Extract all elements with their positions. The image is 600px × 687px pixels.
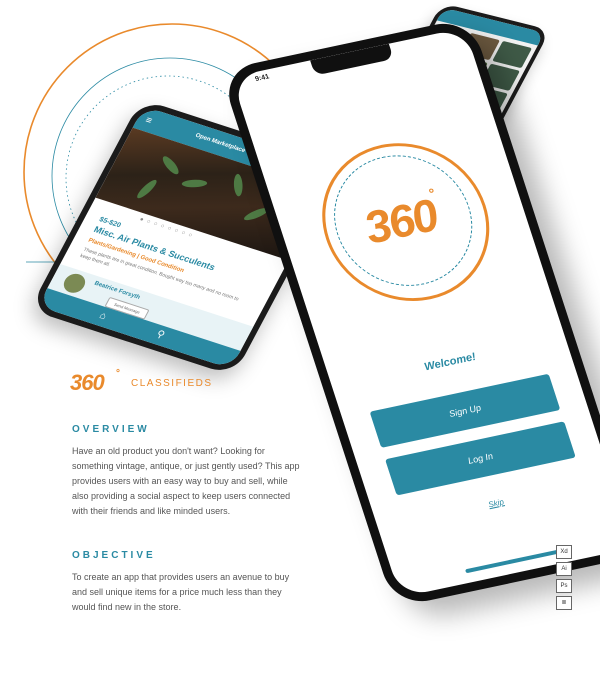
hamburger-icon[interactable]: ≡ <box>143 115 154 127</box>
status-time: 9:41 <box>254 73 271 84</box>
brand-degree: ° <box>116 368 120 379</box>
objective-heading: OBJECTIVE <box>72 550 156 561</box>
objective-body: To create an app that provides users an … <box>72 572 290 612</box>
brand-number: 360 <box>70 370 105 395</box>
home-icon[interactable]: ⌂ <box>97 310 108 322</box>
avatar <box>60 271 89 296</box>
ps-tool-icon: Ps <box>556 579 572 593</box>
doc-tool-icon: ≣ <box>556 596 572 610</box>
brand-lockup: 360 ° CLASSIFIEDS <box>70 368 211 396</box>
search-icon[interactable]: ⚲ <box>154 329 166 341</box>
skip-link[interactable]: Skip <box>475 495 517 512</box>
phone-notch <box>310 43 394 76</box>
brand-word: CLASSIFIEDS <box>131 378 213 389</box>
xd-tool-icon: Xd <box>556 545 572 559</box>
overview-body: Have an old product you don't want? Look… <box>72 446 300 516</box>
listing-thumb <box>492 40 533 69</box>
overview-heading: OVERVIEW <box>72 424 150 435</box>
seller-name: Beatrice Forsyth <box>93 280 141 301</box>
welcome-heading: Welcome! <box>422 351 478 374</box>
home-indicator <box>464 548 565 574</box>
ai-tool-icon: Ai <box>556 562 572 576</box>
